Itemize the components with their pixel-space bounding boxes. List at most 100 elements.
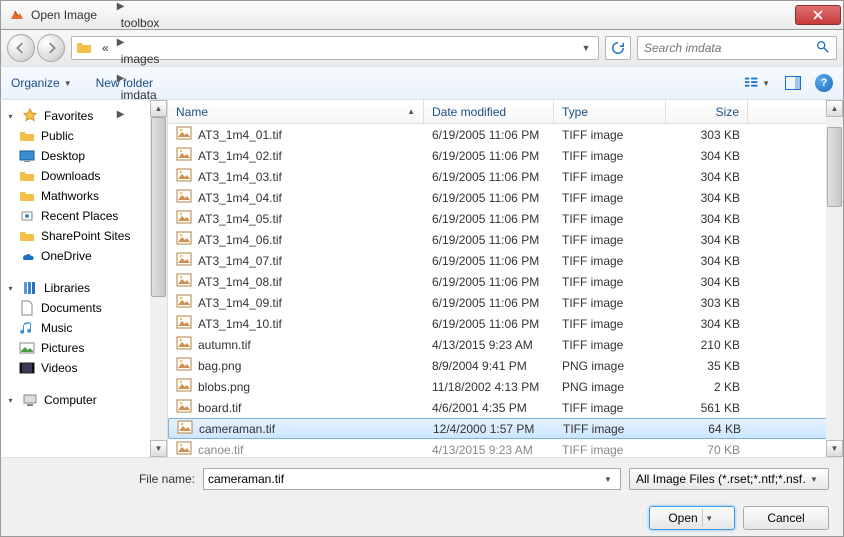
collapse-icon[interactable]: ▾ [5, 395, 16, 406]
view-options-button[interactable]: ▼ [743, 72, 771, 94]
sidebar-item-documents[interactable]: Documents [1, 298, 151, 318]
file-row[interactable]: bag.png8/9/2004 9:41 PMPNG image35 KB [168, 355, 843, 376]
breadcrumb-item[interactable]: images [115, 48, 166, 70]
chevron-down-icon[interactable]: ▼ [702, 509, 716, 527]
file-row[interactable]: AT3_1m4_10.tif6/19/2005 11:06 PMTIFF ima… [168, 313, 843, 334]
breadcrumb-dropdown[interactable]: ▼ [578, 43, 594, 53]
help-button[interactable]: ? [815, 74, 833, 92]
file-row[interactable]: cameraman.tif12/4/2000 1:57 PMTIFF image… [168, 418, 843, 439]
file-name: blobs.png [198, 380, 250, 394]
file-type: TIFF image [554, 254, 666, 268]
image-file-icon [176, 125, 192, 144]
column-type[interactable]: Type [554, 100, 666, 123]
breadcrumb-item[interactable]: toolbox [115, 12, 166, 34]
file-row[interactable]: autumn.tif4/13/2015 9:23 AMTIFF image210… [168, 334, 843, 355]
sidebar-item-mathworks[interactable]: Mathworks [1, 186, 151, 206]
file-row[interactable]: AT3_1m4_03.tif6/19/2005 11:06 PMTIFF ima… [168, 166, 843, 187]
file-row[interactable]: canoe.tif4/13/2015 9:23 AMTIFF image70 K… [168, 439, 843, 457]
sidebar-item-downloads[interactable]: Downloads [1, 166, 151, 186]
breadcrumb-prefix[interactable]: « [96, 37, 115, 59]
organize-menu[interactable]: Organize ▼ [11, 76, 72, 90]
sidebar-item-desktop[interactable]: Desktop [1, 146, 151, 166]
chevron-down-icon[interactable]: ▼ [600, 475, 616, 484]
sidebar-scrollbar[interactable]: ▲ ▼ [150, 100, 167, 457]
file-list: Name▲ Date modified Type Size AT3_1m4_01… [168, 100, 843, 457]
back-button[interactable] [7, 34, 35, 62]
filelist-scrollbar[interactable]: ▲ ▼ [826, 100, 843, 457]
sidebar-item-pictures[interactable]: Pictures [1, 338, 151, 358]
open-button[interactable]: Open▼ [649, 506, 735, 530]
sort-asc-icon: ▲ [407, 107, 415, 116]
file-type: TIFF image [554, 338, 666, 352]
file-type: PNG image [554, 359, 666, 373]
sidebar-item-onedrive[interactable]: OneDrive [1, 246, 151, 266]
column-name[interactable]: Name▲ [168, 100, 424, 123]
file-row[interactable]: AT3_1m4_02.tif6/19/2005 11:06 PMTIFF ima… [168, 145, 843, 166]
sidebar-computer[interactable]: ▾Computer [1, 390, 151, 410]
file-row[interactable]: AT3_1m4_04.tif6/19/2005 11:06 PMTIFF ima… [168, 187, 843, 208]
file-size: 303 KB [666, 128, 748, 142]
scroll-up-icon[interactable]: ▲ [826, 100, 843, 117]
image-file-icon [176, 356, 192, 375]
refresh-button[interactable] [605, 36, 631, 60]
sidebar-item-public[interactable]: Public [1, 126, 151, 146]
new-folder-button[interactable]: New folder [96, 76, 153, 90]
file-date: 4/6/2001 4:35 PM [424, 401, 554, 415]
file-date: 4/13/2015 9:23 AM [424, 443, 554, 457]
collapse-icon[interactable]: ▾ [5, 111, 16, 122]
file-name: AT3_1m4_09.tif [198, 296, 282, 310]
file-type: TIFF image [554, 212, 666, 226]
scroll-up-icon[interactable]: ▲ [150, 100, 167, 117]
file-type: TIFF image [554, 149, 666, 163]
scroll-down-icon[interactable]: ▼ [826, 440, 843, 457]
file-date: 11/18/2002 4:13 PM [424, 380, 554, 394]
app-icon [9, 7, 25, 23]
file-date: 6/19/2005 11:06 PM [424, 275, 554, 289]
image-file-icon [176, 314, 192, 333]
file-row[interactable]: AT3_1m4_07.tif6/19/2005 11:06 PMTIFF ima… [168, 250, 843, 271]
column-size[interactable]: Size [666, 100, 748, 123]
search-icon[interactable] [816, 40, 830, 57]
search-box[interactable] [637, 36, 837, 60]
filename-input[interactable] [208, 472, 600, 486]
sidebar-item-documents-icon [19, 300, 35, 316]
file-row[interactable]: AT3_1m4_09.tif6/19/2005 11:06 PMTIFF ima… [168, 292, 843, 313]
filename-combo[interactable]: ▼ [203, 468, 621, 490]
chevron-right-icon[interactable]: ▶ [115, 1, 127, 12]
file-date: 6/19/2005 11:06 PM [424, 296, 554, 310]
file-name: AT3_1m4_01.tif [198, 128, 282, 142]
column-date[interactable]: Date modified [424, 100, 554, 123]
sidebar-item-sharepoint-sites-icon [19, 228, 35, 244]
preview-pane-button[interactable] [779, 72, 807, 94]
breadcrumb[interactable]: « matlab▶toolbox▶images▶imdata▶ ▼ [71, 36, 599, 60]
file-type: TIFF image [554, 170, 666, 184]
sidebar-item-music[interactable]: Music [1, 318, 151, 338]
sidebar-item-recent-places[interactable]: Recent Places [1, 206, 151, 226]
sidebar-item-videos[interactable]: Videos [1, 358, 151, 378]
search-input[interactable] [644, 41, 816, 55]
sidebar-libraries[interactable]: ▾Libraries [1, 278, 151, 298]
file-row[interactable]: AT3_1m4_06.tif6/19/2005 11:06 PMTIFF ima… [168, 229, 843, 250]
image-file-icon [176, 167, 192, 186]
file-row[interactable]: board.tif4/6/2001 4:35 PMTIFF image561 K… [168, 397, 843, 418]
sidebar-item-sharepoint-sites[interactable]: SharePoint Sites [1, 226, 151, 246]
scrollbar-thumb[interactable] [827, 127, 842, 207]
file-size: 64 KB [667, 422, 749, 436]
chevron-right-icon[interactable]: ▶ [115, 37, 127, 48]
file-row[interactable]: AT3_1m4_01.tif6/19/2005 11:06 PMTIFF ima… [168, 124, 843, 145]
file-row[interactable]: AT3_1m4_05.tif6/19/2005 11:06 PMTIFF ima… [168, 208, 843, 229]
file-row[interactable]: AT3_1m4_08.tif6/19/2005 11:06 PMTIFF ima… [168, 271, 843, 292]
collapse-icon[interactable]: ▾ [5, 283, 16, 294]
filetype-filter[interactable]: All Image Files (*.rset;*.ntf;*.nsf… ▼ [629, 468, 829, 490]
image-file-icon [176, 335, 192, 354]
cancel-button[interactable]: Cancel [743, 506, 829, 530]
scroll-down-icon[interactable]: ▼ [150, 440, 167, 457]
image-file-icon [176, 440, 192, 457]
file-type: TIFF image [554, 233, 666, 247]
file-row[interactable]: blobs.png11/18/2002 4:13 PMPNG image2 KB [168, 376, 843, 397]
close-button[interactable] [795, 5, 841, 25]
sidebar-favorites[interactable]: ▾Favorites [1, 106, 151, 126]
forward-button[interactable] [37, 34, 65, 62]
scrollbar-thumb[interactable] [151, 117, 166, 297]
sidebar-favorites-icon [22, 108, 38, 124]
